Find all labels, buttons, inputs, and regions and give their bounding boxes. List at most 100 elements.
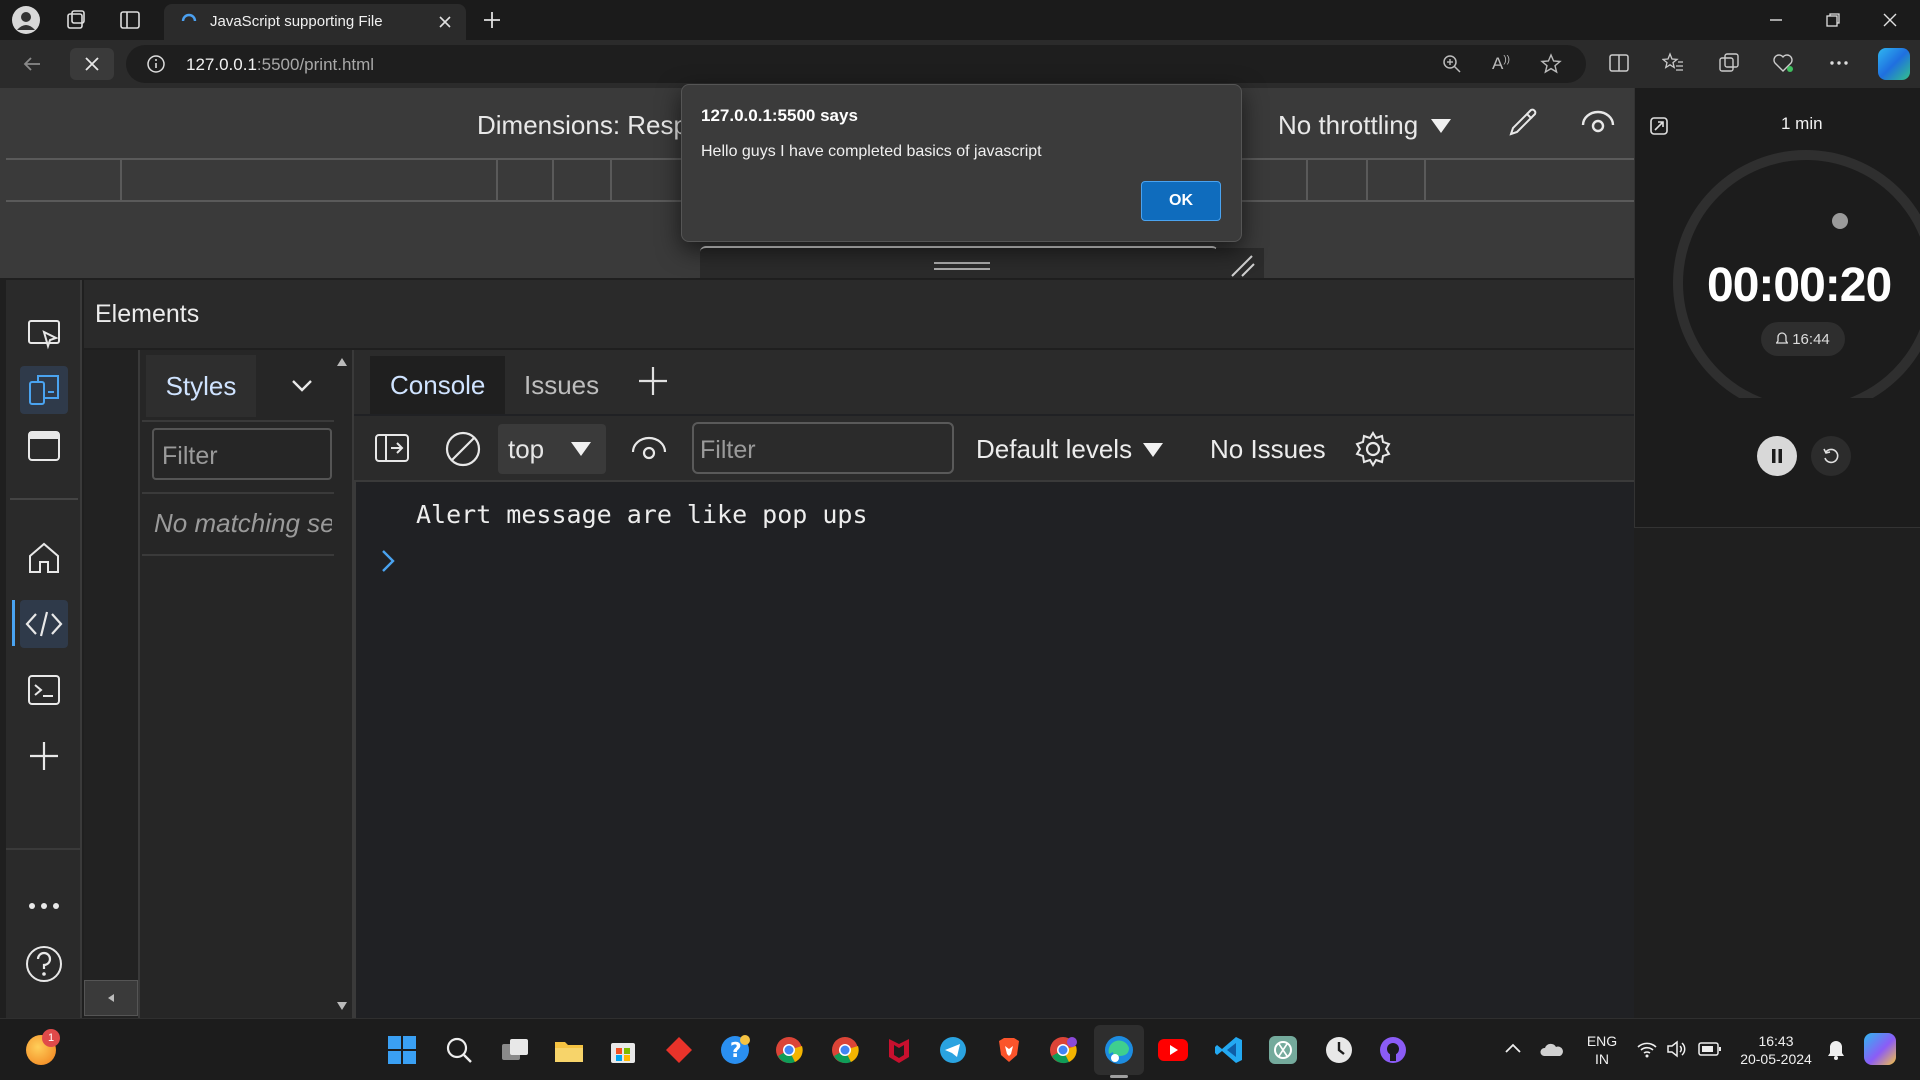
clock-app-icon[interactable] — [1320, 1031, 1358, 1069]
tab-actions-icon[interactable] — [118, 8, 142, 32]
volume-icon[interactable] — [1666, 1039, 1688, 1059]
dimensions-dropdown[interactable]: Dimensions: Resp — [477, 110, 688, 141]
chrome-icon[interactable] — [770, 1031, 808, 1069]
clock-time: 16:43 — [1758, 1033, 1794, 1049]
resize-handle-icon[interactable] — [934, 262, 990, 270]
ok-button[interactable]: OK — [1141, 181, 1221, 221]
workspaces-icon[interactable] — [64, 8, 88, 32]
battery-icon[interactable] — [1698, 1041, 1722, 1057]
edge-icon[interactable] — [1100, 1031, 1138, 1069]
zoom-icon[interactable] — [1442, 54, 1462, 74]
chrome-alt-icon[interactable] — [1044, 1031, 1082, 1069]
terminal-icon[interactable] — [20, 666, 68, 714]
vscode-icon[interactable] — [1210, 1031, 1248, 1069]
tab-issues[interactable]: Issues — [504, 356, 619, 414]
home-icon[interactable] — [20, 534, 68, 582]
wifi-icon[interactable] — [1636, 1039, 1658, 1059]
console-prompt-chevron-icon[interactable] — [380, 548, 396, 574]
close-window-icon[interactable] — [1862, 0, 1918, 40]
scrollbar[interactable] — [334, 350, 350, 1018]
app-diamond-icon[interactable] — [660, 1031, 698, 1069]
chrome-profile-icon[interactable] — [826, 1031, 864, 1069]
expand-icon[interactable] — [1649, 116, 1669, 136]
new-tab-icon[interactable] — [480, 8, 504, 32]
active-indicator — [12, 600, 15, 646]
reset-button[interactable] — [1811, 436, 1851, 476]
copilot-icon[interactable] — [1878, 48, 1910, 80]
browser-tab[interactable]: JavaScript supporting File — [164, 4, 466, 40]
console-filter-input[interactable]: Filter — [692, 422, 954, 474]
live-expression-eye-icon[interactable] — [630, 434, 668, 464]
show-hidden-icons-chevron-icon[interactable] — [1504, 1041, 1522, 1055]
color-picker-icon[interactable] — [1505, 104, 1541, 140]
inspect-icon[interactable] — [20, 310, 68, 358]
alert-message: Hello guys I have completed basics of ja… — [701, 143, 1042, 160]
clear-console-icon[interactable] — [444, 430, 482, 468]
close-tab-icon[interactable] — [436, 13, 454, 31]
alarm-badge: 16:44 — [1761, 322, 1845, 356]
microsoft-store-icon[interactable] — [604, 1031, 642, 1069]
chevron-down-icon[interactable] — [290, 376, 314, 396]
favorite-star-icon[interactable] — [1540, 53, 1562, 75]
dropdown-arrow-icon — [1431, 118, 1452, 133]
elements-label[interactable]: Elements — [95, 300, 199, 329]
issues-counter[interactable]: No Issues — [1210, 434, 1326, 465]
profile-icon[interactable] — [12, 6, 40, 34]
stop-loading-icon[interactable] — [70, 48, 114, 80]
code-icon[interactable] — [20, 600, 68, 648]
input-language[interactable]: ENG IN — [1584, 1032, 1620, 1068]
more-icon[interactable] — [20, 882, 68, 930]
divider — [142, 420, 338, 422]
console-settings-gear-icon[interactable] — [1354, 430, 1392, 468]
address-bar-row: 127.0.0.1:5500/print.html A)) — [0, 40, 1920, 88]
file-explorer-icon[interactable] — [550, 1031, 588, 1069]
mcafee-icon[interactable] — [880, 1031, 918, 1069]
rendering-eye-icon[interactable] — [1580, 108, 1616, 138]
youtube-icon[interactable] — [1154, 1031, 1192, 1069]
help-app-icon[interactable]: ? — [716, 1031, 754, 1069]
task-view-icon[interactable] — [496, 1031, 534, 1069]
search-icon[interactable] — [440, 1031, 478, 1069]
onedrive-icon[interactable] — [1540, 1041, 1564, 1059]
notifications-bell-icon[interactable] — [1826, 1039, 1846, 1061]
split-screen-icon[interactable] — [1608, 52, 1630, 74]
copilot-taskbar-icon[interactable] — [1864, 1033, 1896, 1065]
timer-widget: 1 min 00:00:20 16:44 — [1634, 88, 1920, 528]
add-tab-icon[interactable] — [636, 364, 670, 398]
help-icon[interactable] — [20, 940, 68, 988]
restore-icon[interactable] — [1805, 0, 1861, 40]
chatgpt-icon[interactable] — [1264, 1031, 1302, 1069]
devtools-activity-bar — [6, 280, 82, 1018]
favorites-icon[interactable] — [1662, 52, 1684, 74]
tab-styles[interactable]: Styles — [146, 355, 256, 417]
styles-filter-input[interactable]: Filter — [152, 428, 332, 480]
alarm-time: 16:44 — [1792, 330, 1830, 348]
more-options-icon[interactable] — [1828, 52, 1850, 74]
scroll-left-button[interactable] — [84, 980, 138, 1016]
pause-button[interactable] — [1757, 436, 1797, 476]
panel-icon[interactable] — [20, 422, 68, 470]
duration-label: 1 min — [1781, 114, 1823, 133]
start-windows-icon[interactable] — [383, 1031, 421, 1069]
plus-icon[interactable] — [20, 732, 68, 780]
back-icon[interactable] — [20, 52, 44, 76]
device-toggle-icon[interactable] — [20, 366, 68, 414]
telegram-icon[interactable] — [934, 1031, 972, 1069]
read-aloud-icon[interactable]: A)) — [1492, 54, 1510, 74]
sidebar-toggle-icon[interactable] — [374, 432, 410, 464]
brave-icon[interactable] — [990, 1031, 1028, 1069]
site-info-icon[interactable] — [146, 54, 166, 74]
dropdown-arrow-icon — [571, 442, 591, 456]
url-text[interactable]: 127.0.0.1:5500/print.html — [186, 55, 374, 75]
health-icon[interactable] — [1772, 52, 1794, 74]
corner-resize-icon[interactable] — [1216, 248, 1264, 278]
log-levels-dropdown[interactable]: Default levels — [976, 434, 1164, 465]
throttling-dropdown[interactable]: No throttling — [1278, 110, 1452, 141]
github-icon[interactable] — [1374, 1031, 1412, 1069]
collections-icon[interactable] — [1718, 52, 1740, 74]
context-selector[interactable]: top — [498, 424, 606, 474]
minimize-icon[interactable] — [1748, 0, 1804, 40]
url-box[interactable]: 127.0.0.1:5500/print.html A)) — [126, 45, 1586, 83]
system-clock[interactable]: 16:43 20-05-2024 — [1734, 1032, 1818, 1068]
tab-console[interactable]: Console — [370, 356, 506, 414]
